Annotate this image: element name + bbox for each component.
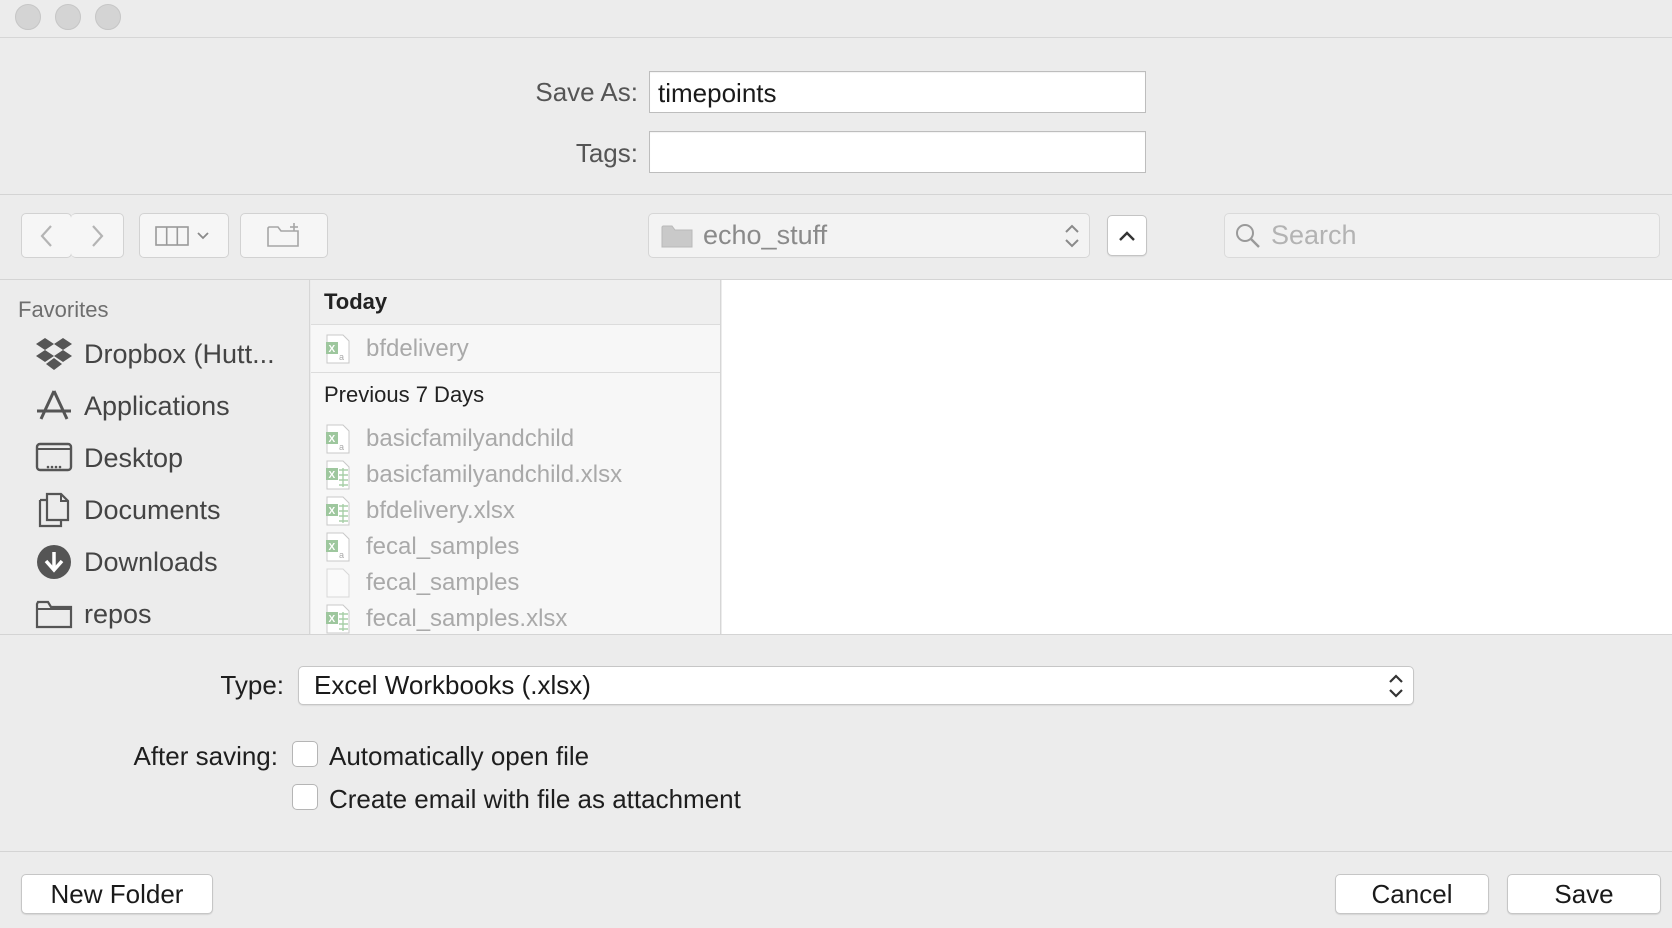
folder-icon [34,594,74,634]
blank-doc-icon [324,567,352,599]
sidebar-item-dropbox[interactable]: Dropbox (Hutt... [0,330,309,378]
excel-doc-icon: Xa [324,333,352,365]
sidebar-item-label: Applications [84,390,230,421]
search-icon [1236,223,1260,248]
chevron-right-icon [92,224,104,247]
divider [0,634,1672,635]
email-attachment-checkbox[interactable] [292,784,318,810]
columns-view-icon [155,225,209,246]
folder-icon [661,225,693,247]
location-label: echo_stuff [703,220,828,250]
divider [0,194,1672,195]
after-saving-label: After saving: [133,741,278,771]
svg-text:X: X [329,434,336,445]
new-folder-toolbar-button[interactable] [240,213,328,258]
svg-text:a: a [339,352,344,362]
file-row[interactable]: Xa bfdelivery [311,331,720,367]
chevron-up-icon [1119,230,1135,241]
save-as-field[interactable]: timepoints [649,71,1146,113]
applications-icon [34,386,74,426]
chevron-left-icon [40,224,52,247]
sidebar-item-label: Downloads [84,546,218,577]
location-popup[interactable]: echo_stuff [648,213,1090,258]
email-attachment-label[interactable]: Create email with file as attachment [329,784,741,815]
sidebar-item-label: repos [84,598,152,629]
new-folder-icon [267,222,299,247]
group-header: Today [311,280,720,324]
file-name: fecal_samples.xlsx [366,605,568,632]
excel-sheet-icon: X [324,459,352,491]
type-select[interactable]: Excel Workbooks (.xlsx) [298,666,1414,705]
dropbox-icon [34,334,74,374]
sidebar-item-label: Desktop [84,442,184,473]
svg-text:X: X [329,506,336,517]
collapse-button[interactable] [1107,215,1147,256]
view-mode-button[interactable] [139,213,229,258]
svg-text:X: X [329,344,336,355]
preview-pane [722,280,1672,634]
tags-field[interactable] [649,131,1146,173]
up-down-arrows-icon [1389,674,1403,698]
divider [311,324,720,325]
sidebar-item-label: Dropbox (Hutt... [84,338,275,369]
svg-text:X: X [329,614,336,625]
new-folder-button[interactable]: New Folder [21,874,213,914]
file-name: basicfamilyandchild [366,425,575,452]
excel-sheet-icon: X [324,495,352,527]
sidebar-item-label: Documents [84,494,221,525]
group-header: Previous 7 Days [311,373,720,417]
up-down-arrows-icon [1065,224,1079,248]
type-label: Type: [220,670,284,700]
file-row[interactable]: Xa basicfamilyandchild [311,421,720,457]
file-row[interactable]: X fecal_samples.xlsx [311,601,720,634]
back-button[interactable] [21,213,72,258]
sidebar-item-desktop[interactable]: Desktop [0,434,309,482]
svg-text:X: X [329,470,336,481]
tags-label: Tags: [575,138,638,168]
file-name: bfdelivery [366,335,469,362]
auto-open-label[interactable]: Automatically open file [329,741,589,772]
file-list: Today Xa bfdelivery Previous 7 Days Xa b… [311,280,721,634]
sidebar-heading: Favorites [18,297,109,322]
svg-text:a: a [339,442,344,452]
file-name: bfdelivery.xlsx [366,497,515,524]
file-name: fecal_samples [366,533,520,560]
file-name: basicfamilyandchild.xlsx [366,461,623,488]
sidebar-item-downloads[interactable]: Downloads [0,538,309,586]
divider [0,851,1672,852]
excel-sheet-icon: X [324,603,352,634]
svg-text:a: a [339,550,344,560]
excel-doc-icon: Xa [324,423,352,455]
sidebar-item-applications[interactable]: Applications [0,382,309,430]
sidebar: Favorites Dropbox (Hutt... Applications [0,280,310,634]
save-as-label: Save As: [535,77,638,107]
save-button[interactable]: Save [1507,874,1661,914]
file-name: fecal_samples [366,569,520,596]
close-window-button[interactable] [15,4,41,30]
file-row[interactable]: X basicfamilyandchild.xlsx [311,457,720,493]
downloads-icon [34,542,74,582]
auto-open-checkbox[interactable] [292,741,318,767]
type-value: Excel Workbooks (.xlsx) [314,670,591,700]
file-row[interactable]: Xa fecal_samples [311,529,720,565]
search-input[interactable] [1271,220,1651,251]
desktop-icon [34,438,74,478]
excel-doc-icon: Xa [324,531,352,563]
sidebar-item-documents[interactable]: Documents [0,486,309,534]
documents-icon [34,490,74,530]
search-box[interactable] [1224,213,1660,258]
zoom-window-button[interactable] [95,4,121,30]
file-row[interactable]: X bfdelivery.xlsx [311,493,720,529]
forward-button[interactable] [71,213,124,258]
cancel-button[interactable]: Cancel [1335,874,1489,914]
svg-text:X: X [329,542,336,553]
file-row[interactable]: fecal_samples [311,565,720,601]
minimize-window-button[interactable] [55,4,81,30]
sidebar-item-repos[interactable]: repos [0,590,309,634]
title-bar [0,0,1672,38]
